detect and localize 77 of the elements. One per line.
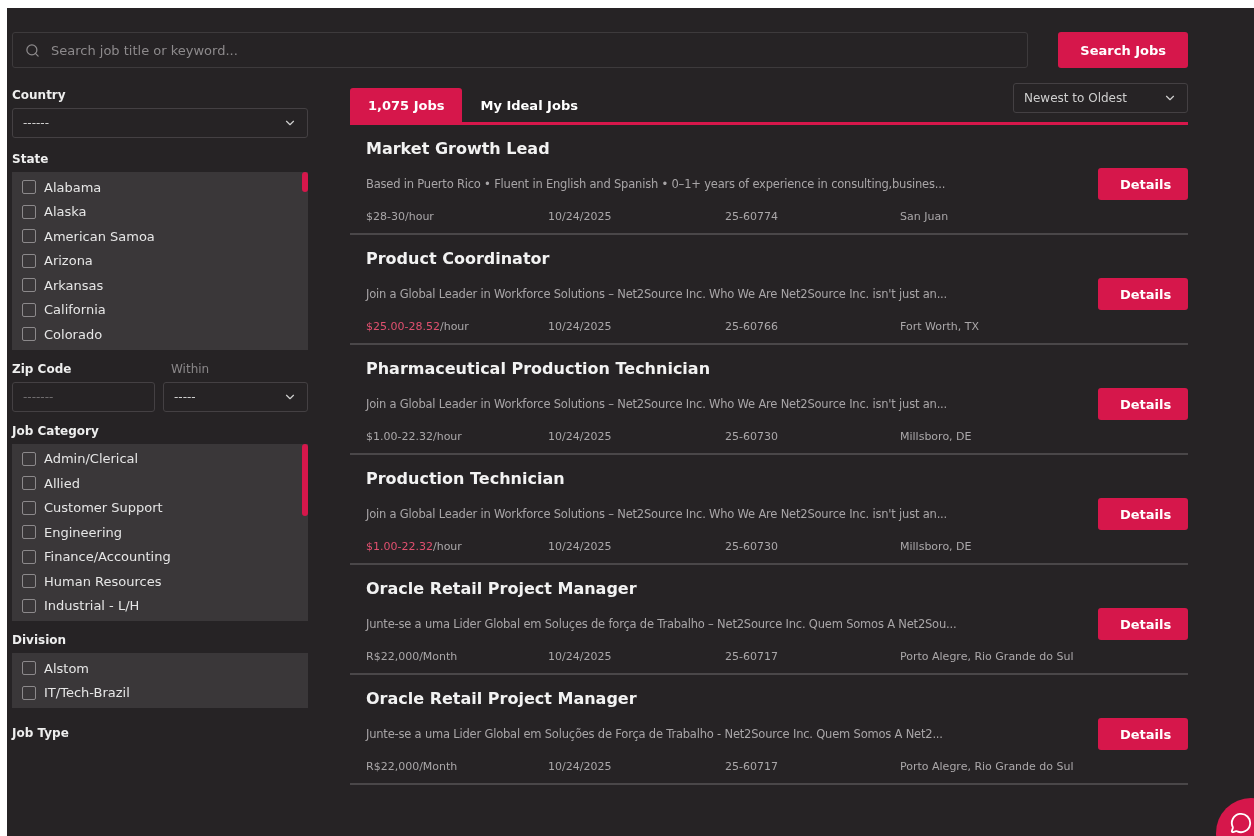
checkbox-item[interactable]: Alaska: [22, 202, 296, 221]
job-location: Millsboro, DE: [900, 540, 973, 553]
pay-rate: R$22,000/Month: [366, 650, 459, 663]
job-location: Millsboro, DE: [900, 430, 973, 443]
checkbox-item[interactable]: Customer Support: [22, 498, 296, 517]
within-select[interactable]: -----: [163, 381, 308, 412]
job-description: Join a Global Leader in Workforce Solutions – Net2Source Inc. Who We Are Net2Source Inc. isn't just an...: [366, 397, 948, 411]
checkbox-item[interactable]: Human Resources: [22, 572, 296, 591]
filter-label: Division: [12, 633, 68, 647]
tab[interactable]: My Ideal Jobs: [462, 88, 596, 122]
details-button[interactable]: Details: [1098, 498, 1188, 530]
job-location: Porto Alegre, Rio Grande do Sul: [900, 650, 1075, 663]
job-title[interactable]: Oracle Retail Project Manager: [366, 579, 1188, 598]
tab[interactable]: 1,075 Jobs: [350, 88, 463, 122]
posted-date: 10/24/2025: [548, 210, 613, 223]
job-id: 25-60717: [725, 760, 779, 773]
job-description: Join a Global Leader in Workforce Solutions – Net2Source Inc. Who We Are Net2Source Inc. isn't just an...: [366, 507, 948, 521]
posted-date: 10/24/2025: [548, 760, 613, 773]
job-id: 25-60774: [725, 210, 779, 223]
checkbox-item[interactable]: Alstom: [22, 659, 296, 678]
job-description: Join a Global Leader in Workforce Solutions – Net2Source Inc. Who We Are Net2Source Inc. isn't just an...: [366, 287, 948, 301]
details-button[interactable]: Details: [1098, 388, 1188, 420]
checkbox-item[interactable]: Admin/Clerical: [22, 449, 296, 468]
job-id: 25-60766: [725, 320, 779, 333]
filter-label: Zip Code: [12, 361, 73, 376]
posted-date: 10/24/2025: [548, 430, 613, 443]
job-title[interactable]: Market Growth Lead: [366, 139, 1188, 158]
chat-icon: [1230, 812, 1252, 834]
checkbox-item[interactable]: Industrial - L/H: [22, 596, 296, 615]
pay-rate: $28-30/hour: [366, 210, 435, 223]
filter-label: State: [12, 152, 50, 166]
filter-label: Country: [12, 88, 67, 102]
pay-rate: $25.00-28.52/hour: [366, 320, 470, 333]
checkbox-item[interactable]: IT/Tech-Brazil: [22, 683, 296, 702]
pay-rate: $1.00-22.32/hour: [366, 540, 463, 553]
details-button[interactable]: Details: [1098, 168, 1188, 200]
scrollbar-thumb[interactable]: [302, 443, 308, 516]
checkbox-item[interactable]: Alabama: [22, 178, 296, 197]
details-button[interactable]: Details: [1098, 278, 1188, 310]
job-id: 25-60730: [725, 540, 779, 553]
pay-rate: $1.00-22.32/hour: [366, 430, 463, 443]
job-description: Based in Puerto Rico • Fluent in English and Spanish • 0–1+ years of experience in consulting,busines...: [366, 177, 947, 191]
job-id: 25-60717: [725, 650, 779, 663]
posted-date: 10/24/2025: [548, 540, 613, 553]
checkbox-item[interactable]: Arkansas: [22, 276, 296, 295]
job-title[interactable]: Production Technician: [366, 469, 1188, 488]
filter-label: Within: [171, 361, 210, 376]
checkbox-item[interactable]: California: [22, 300, 296, 319]
job-description: Junte-se a uma Lider Global em Soluções de Força de Trabalho - Net2Source Inc. Quem Somos A Net2...: [366, 727, 944, 741]
job-title[interactable]: Oracle Retail Project Manager: [366, 689, 1188, 708]
checkbox-item[interactable]: Colorado: [22, 325, 296, 344]
job-title[interactable]: Product Coordinator: [366, 249, 1188, 268]
checkbox-item[interactable]: Engineering: [22, 523, 296, 542]
filter-label: Job Type: [12, 726, 70, 740]
checkbox-item[interactable]: Finance/Accounting: [22, 547, 296, 566]
details-button[interactable]: Details: [1098, 608, 1188, 640]
checkbox-item[interactable]: Allied: [22, 474, 296, 493]
job-title[interactable]: Pharmaceutical Production Technician: [366, 359, 1188, 378]
filter-label: Job Category: [12, 423, 100, 438]
checkbox-item[interactable]: American Samoa: [22, 227, 296, 246]
search-field[interactable]: Search job title or keyword...: [12, 32, 1029, 68]
job-location: Fort Worth, TX: [900, 320, 980, 333]
zip-code-field[interactable]: -------: [12, 381, 155, 412]
job-location: Porto Alegre, Rio Grande do Sul: [900, 760, 1075, 773]
sort-select[interactable]: Newest to Oldest: [1013, 83, 1188, 113]
posted-date: 10/24/2025: [548, 650, 613, 663]
job-location: San Juan: [900, 210, 950, 223]
posted-date: 10/24/2025: [548, 320, 613, 333]
country-select[interactable]: ------: [12, 108, 308, 138]
search-jobs-button[interactable]: Search Jobs: [1058, 32, 1188, 68]
search-icon: [25, 43, 40, 58]
pay-rate: R$22,000/Month: [366, 760, 459, 773]
details-button[interactable]: Details: [1098, 718, 1188, 750]
job-id: 25-60730: [725, 430, 779, 443]
scrollbar-thumb[interactable]: [302, 172, 308, 192]
checkbox-item[interactable]: Arizona: [22, 251, 296, 270]
job-description: Junte-se a uma Lider Global em Soluçes de força de Trabalho – Net2Source Inc. Quem Somos A Net2Sou...: [366, 617, 958, 631]
